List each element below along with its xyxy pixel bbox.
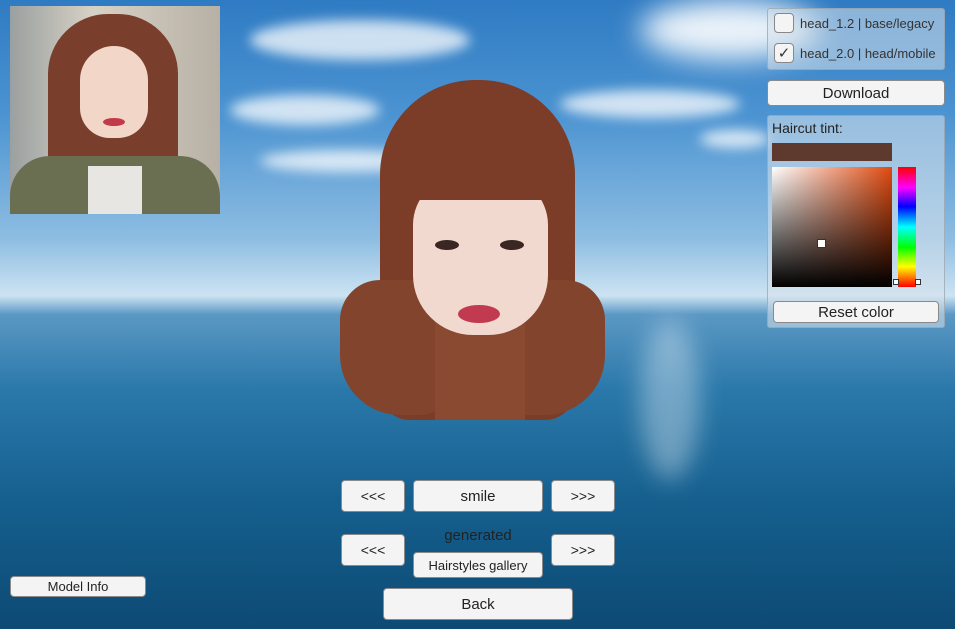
tint-color-swatch bbox=[772, 143, 892, 161]
expression-prev-button[interactable]: <<< bbox=[341, 480, 405, 512]
haircut-next-button[interactable]: >>> bbox=[551, 534, 615, 566]
model-info-button[interactable]: Model Info bbox=[10, 576, 146, 597]
hairstyles-gallery-button[interactable]: Hairstyles gallery bbox=[413, 552, 543, 578]
expression-name-button[interactable]: smile bbox=[413, 480, 543, 512]
water-glare bbox=[640, 320, 700, 480]
source-photo bbox=[10, 6, 220, 214]
cloud bbox=[250, 20, 470, 60]
model-checkbox-legacy[interactable] bbox=[774, 13, 794, 33]
hue-slider-handle-right[interactable] bbox=[915, 279, 921, 285]
cloud bbox=[700, 130, 770, 148]
avatar-3d-model[interactable] bbox=[340, 80, 610, 425]
haircut-status-label: generated bbox=[444, 527, 512, 544]
back-button[interactable]: Back bbox=[383, 588, 573, 620]
haircut-prev-button[interactable]: <<< bbox=[341, 534, 405, 566]
model-option-label: head_2.0 | head/mobile bbox=[800, 45, 936, 61]
model-option-label: head_1.2 | base/legacy bbox=[800, 15, 935, 31]
hue-slider-handle-left[interactable] bbox=[893, 279, 899, 285]
model-selector-panel: head_1.2 | base/legacy ✓ head_2.0 | head… bbox=[767, 8, 945, 70]
expression-next-button[interactable]: >>> bbox=[551, 480, 615, 512]
model-option-mobile[interactable]: ✓ head_2.0 | head/mobile bbox=[774, 43, 936, 63]
color-picker-cursor[interactable] bbox=[817, 239, 826, 248]
model-option-legacy[interactable]: head_1.2 | base/legacy bbox=[774, 13, 934, 33]
model-checkbox-mobile[interactable]: ✓ bbox=[774, 43, 794, 63]
haircut-tint-label: Haircut tint: bbox=[772, 120, 843, 136]
hue-slider[interactable] bbox=[898, 167, 916, 287]
download-button[interactable]: Download bbox=[767, 80, 945, 106]
checkmark-icon: ✓ bbox=[777, 44, 791, 62]
reset-color-button[interactable]: Reset color bbox=[773, 301, 939, 323]
saturation-value-picker[interactable] bbox=[772, 167, 892, 287]
